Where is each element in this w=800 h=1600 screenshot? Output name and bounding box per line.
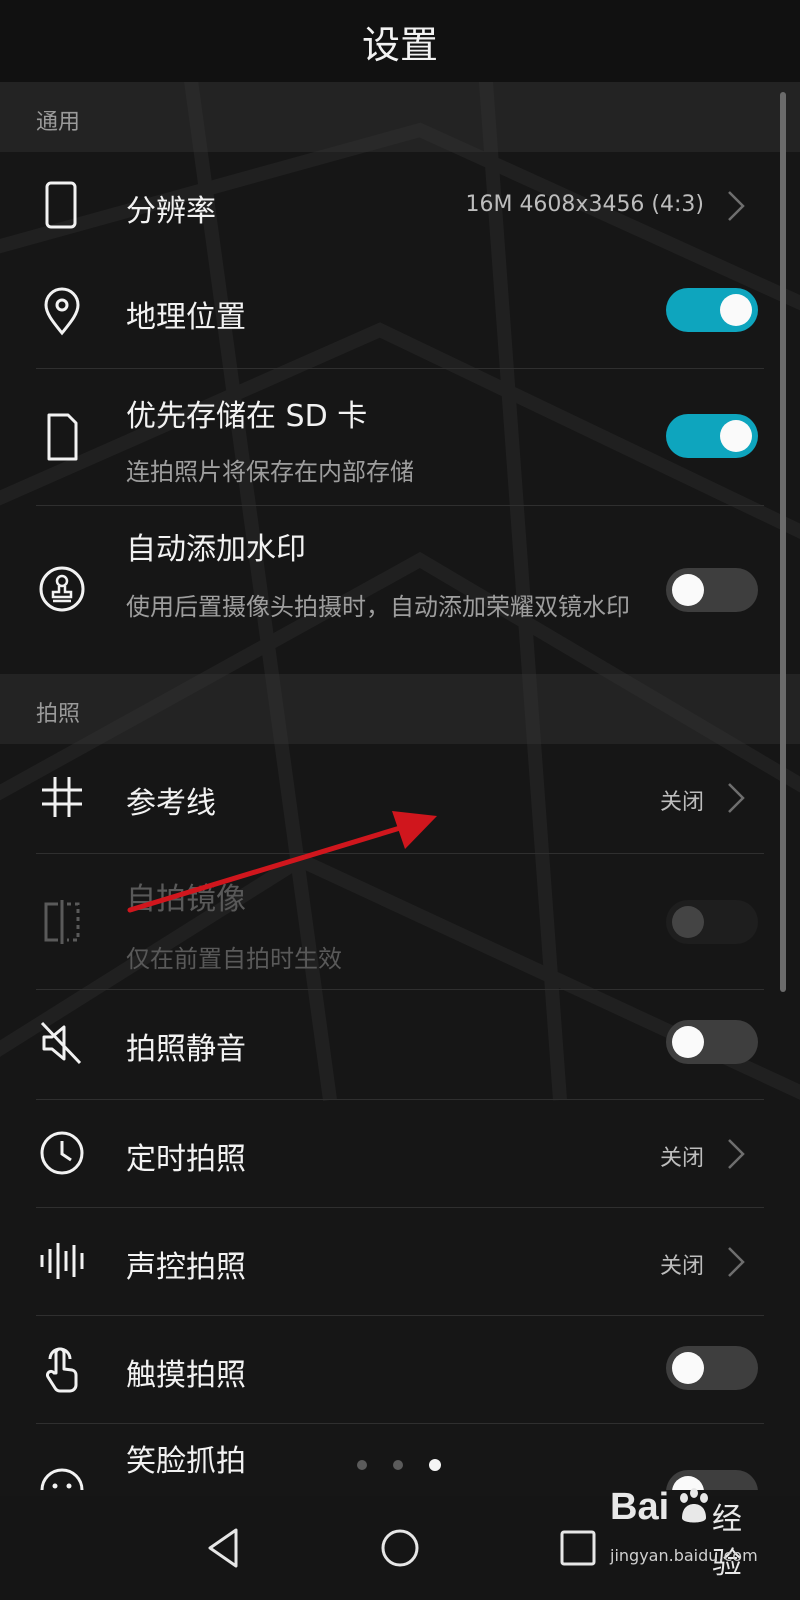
section-header-general: 通用 — [0, 82, 800, 152]
location-pin-icon — [36, 285, 88, 337]
voice-value: 关闭 — [659, 1254, 704, 1279]
touch-toggle[interactable] — [666, 1346, 758, 1390]
touch-label: 触摸拍照 — [126, 1358, 246, 1393]
watermark-url: jingyan.baidu.com — [610, 1546, 758, 1565]
setting-location[interactable]: 地理位置 — [0, 258, 800, 364]
toggle-knob — [720, 420, 752, 452]
touch-hand-icon — [36, 1343, 88, 1395]
recents-icon[interactable] — [552, 1522, 604, 1574]
mirror-label: 自拍镜像 — [126, 882, 246, 917]
page-indicator — [0, 1454, 800, 1478]
toggle-knob — [672, 1026, 704, 1058]
watermark-description: 使用后置摄像头拍摄时，自动添加荣耀双镜水印 — [126, 593, 630, 621]
watermark-label: 自动添加水印 — [126, 532, 306, 567]
gridlines-value: 关闭 — [659, 790, 704, 815]
setting-watermark[interactable]: 自动添加水印 使用后置摄像头拍摄时，自动添加荣耀双镜水印 — [0, 506, 800, 674]
sd-card-toggle[interactable] — [666, 414, 758, 458]
timer-value: 关闭 — [659, 1146, 704, 1171]
timer-label: 定时拍照 — [126, 1142, 246, 1177]
setting-sd-card[interactable]: 优先存储在 SD 卡 连拍照片将保存在内部存储 — [0, 369, 800, 505]
chevron-right-icon — [724, 1244, 748, 1280]
speaker-muted-icon — [36, 1017, 88, 1069]
scrollbar[interactable] — [780, 92, 786, 992]
sound-wave-icon — [36, 1235, 88, 1287]
resolution-label: 分辨率 — [126, 194, 216, 229]
paw-icon — [680, 1488, 708, 1523]
page-title: 设置 — [0, 0, 800, 82]
file-icon — [36, 411, 88, 463]
setting-mirror: 自拍镜像 仅在前置自拍时生效 — [0, 854, 800, 989]
voice-label: 声控拍照 — [126, 1250, 246, 1285]
sd-card-description: 连拍照片将保存在内部存储 — [126, 458, 414, 486]
location-toggle[interactable] — [666, 288, 758, 332]
setting-timer[interactable]: 定时拍照 关闭 — [0, 1100, 800, 1206]
setting-touch[interactable]: 触摸拍照 — [0, 1316, 800, 1422]
grid-icon — [36, 771, 88, 823]
setting-mute[interactable]: 拍照静音 — [0, 990, 800, 1096]
watermark-cn: 经验 — [712, 1502, 742, 1581]
toggle-knob — [672, 1352, 704, 1384]
toggle-knob — [720, 294, 752, 326]
page-dot-active[interactable] — [429, 1459, 441, 1471]
section-header-photo: 拍照 — [0, 674, 800, 744]
resolution-value: 16M 4608x3456 (4:3) — [465, 192, 704, 217]
setting-gridlines[interactable]: 参考线 关闭 — [0, 744, 800, 850]
mute-label: 拍照静音 — [126, 1032, 246, 1067]
clock-icon — [36, 1127, 88, 1179]
mirror-icon — [36, 896, 88, 948]
mirror-toggle — [666, 900, 758, 944]
mute-toggle[interactable] — [666, 1020, 758, 1064]
watermark-toggle[interactable] — [666, 568, 758, 612]
setting-voice[interactable]: 声控拍照 关闭 — [0, 1208, 800, 1314]
chevron-right-icon — [724, 1136, 748, 1172]
back-icon[interactable] — [198, 1522, 250, 1574]
baidu-jingyan-watermark: Bai 经验 jingyan.baidu.com — [610, 1486, 760, 1581]
gridlines-label: 参考线 — [126, 786, 216, 821]
home-icon[interactable] — [374, 1522, 426, 1574]
section-photo-label: 拍照 — [36, 702, 81, 727]
chevron-right-icon — [724, 780, 748, 816]
section-general-label: 通用 — [36, 110, 81, 135]
sd-card-label: 优先存储在 SD 卡 — [126, 399, 368, 434]
toggle-knob — [672, 574, 704, 606]
watermark-brand: Bai — [610, 1486, 670, 1528]
toggle-knob — [672, 906, 704, 938]
chevron-right-icon — [724, 188, 748, 224]
phone-icon — [36, 179, 88, 231]
page-dot[interactable] — [393, 1460, 403, 1470]
page-dot[interactable] — [357, 1460, 367, 1470]
mirror-description: 仅在前置自拍时生效 — [126, 945, 342, 973]
location-label: 地理位置 — [126, 300, 246, 335]
stamp-icon — [36, 563, 88, 615]
setting-resolution[interactable]: 分辨率 16M 4608x3456 (4:3) — [0, 152, 800, 258]
